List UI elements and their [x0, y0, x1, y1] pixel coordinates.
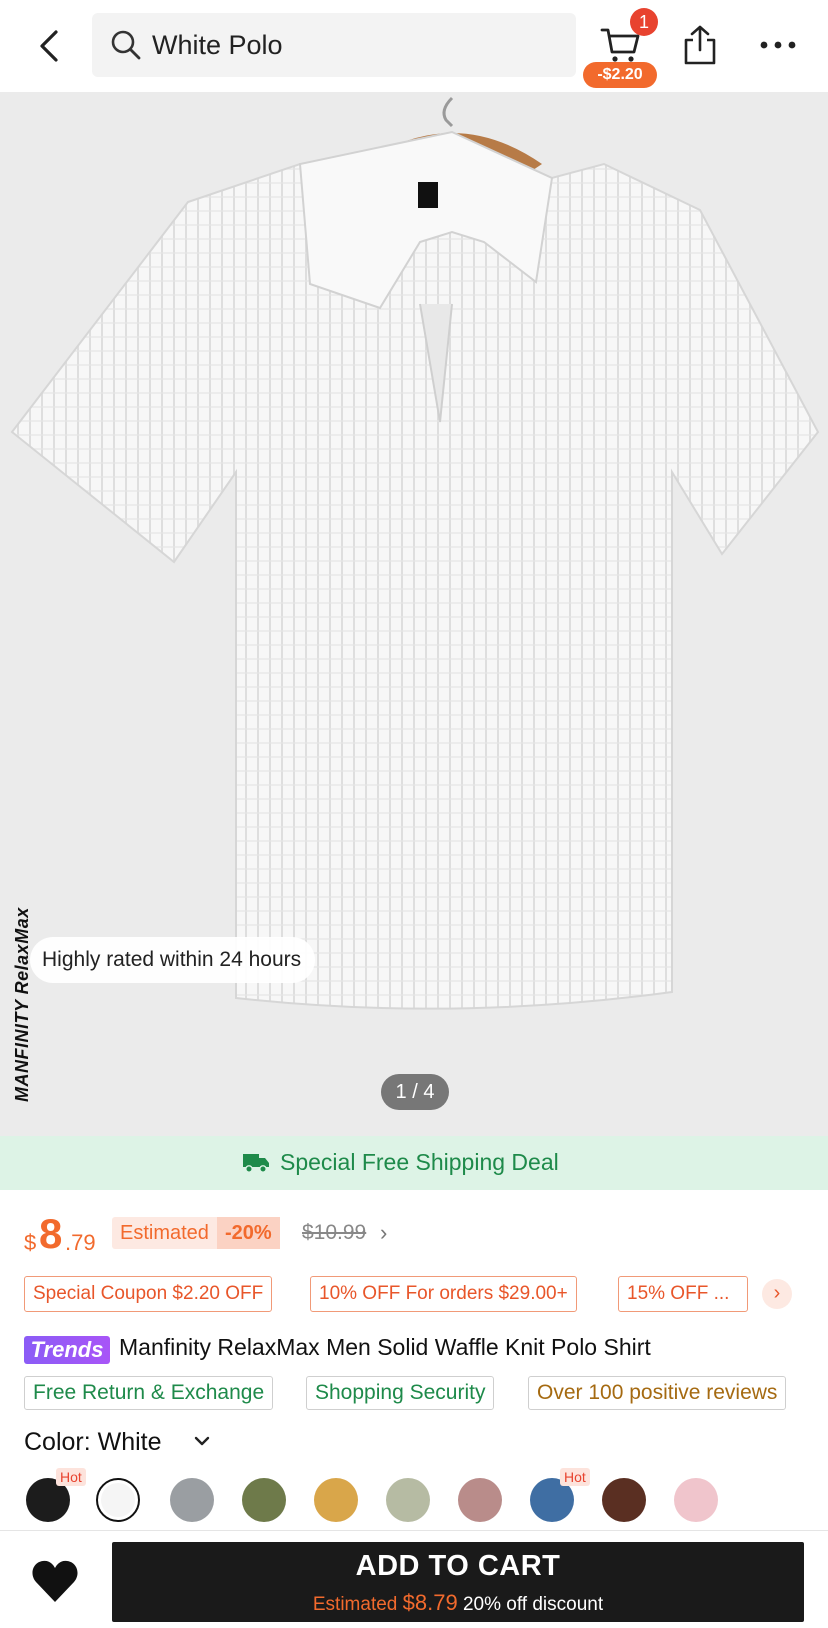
image-page-indicator: 1 / 4: [381, 1074, 449, 1110]
color-selector-label[interactable]: Color: White: [24, 1428, 162, 1457]
coupons-more-button[interactable]: ›: [762, 1279, 792, 1309]
cart-discount-badge: -$2.20: [583, 62, 657, 88]
product-title-row: Trends Manfinity RelaxMax Men Solid Waff…: [24, 1334, 824, 1368]
color-swatch-white[interactable]: [96, 1478, 140, 1522]
atc-estimated-label: Estimated: [312, 1594, 398, 1615]
search-bar[interactable]: White Polo: [92, 13, 576, 77]
bottom-bar-divider: [0, 1530, 828, 1531]
price-row[interactable]: $ 8 .79 Estimated -20% $10.99 ›: [24, 1210, 804, 1260]
chevron-right-icon: ›: [380, 1220, 388, 1245]
coupon-special[interactable]: Special Coupon $2.20 OFF: [24, 1276, 273, 1312]
top-nav-bar: White Polo 1 -$2.20: [0, 0, 828, 92]
feature-shopping-security[interactable]: Shopping Security: [306, 1376, 495, 1410]
feature-positive-reviews[interactable]: Over 100 positive reviews: [528, 1376, 787, 1410]
truck-icon: [243, 1154, 269, 1173]
color-swatch-grey[interactable]: [170, 1478, 214, 1522]
estimated-discount-badge: Estimated -20%: [112, 1217, 280, 1249]
shipping-deal-banner[interactable]: Special Free Shipping Deal: [0, 1136, 828, 1190]
brand-watermark: MANFINITY RelaxMax: [12, 907, 32, 1102]
search-icon: [111, 30, 141, 60]
estimated-label: Estimated: [120, 1222, 209, 1244]
product-title: Manfinity RelaxMax Men Solid Waffle Knit…: [119, 1334, 651, 1360]
price-currency: $: [24, 1230, 37, 1255]
color-swatch-dusty-pink[interactable]: [458, 1478, 502, 1522]
color-swatch-mustard[interactable]: [314, 1478, 358, 1522]
price-main: 8: [39, 1210, 63, 1257]
share-icon: [684, 25, 716, 65]
search-query: White Polo: [152, 30, 283, 60]
cart-count-badge: 1: [630, 8, 658, 36]
trends-badge: Trends: [24, 1336, 110, 1364]
share-button[interactable]: [680, 24, 720, 66]
more-options-button[interactable]: [758, 30, 798, 60]
hot-tag: Hot: [560, 1468, 590, 1486]
color-swatch-olive[interactable]: [242, 1478, 286, 1522]
feature-free-return[interactable]: Free Return & Exchange: [24, 1376, 274, 1410]
coupon-15-off[interactable]: 15% OFF ...: [618, 1276, 748, 1312]
wishlist-button[interactable]: [30, 1558, 80, 1604]
price-cents: .79: [65, 1230, 96, 1255]
rating-highlight-chip: Highly rated within 24 hours: [30, 937, 316, 983]
chevron-left-icon: [40, 30, 58, 62]
add-to-cart-label: ADD TO CART: [355, 1550, 561, 1582]
back-button[interactable]: [30, 26, 70, 66]
atc-estimated-price: $8.79: [402, 1590, 458, 1615]
original-price: $10.99: [302, 1221, 367, 1244]
atc-discount-note: 20% off discount: [462, 1594, 604, 1615]
hot-tag: Hot: [56, 1468, 86, 1486]
more-dots-icon: [760, 41, 796, 49]
color-swatch-light-pink[interactable]: [674, 1478, 718, 1522]
color-swatch-sage[interactable]: [386, 1478, 430, 1522]
chevron-down-icon[interactable]: [193, 1432, 211, 1450]
heart-icon: [32, 1560, 78, 1602]
estimated-percent: -20%: [216, 1217, 280, 1249]
coupon-10-off[interactable]: 10% OFF For orders $29.00+: [310, 1276, 577, 1312]
shipping-deal-label: Special Free Shipping Deal: [280, 1149, 559, 1175]
add-to-cart-subtext: Estimated $8.79 20% off discount: [112, 1590, 804, 1616]
color-swatch-brown[interactable]: [602, 1478, 646, 1522]
add-to-cart-button[interactable]: ADD TO CART Estimated $8.79 20% off disc…: [112, 1542, 804, 1622]
